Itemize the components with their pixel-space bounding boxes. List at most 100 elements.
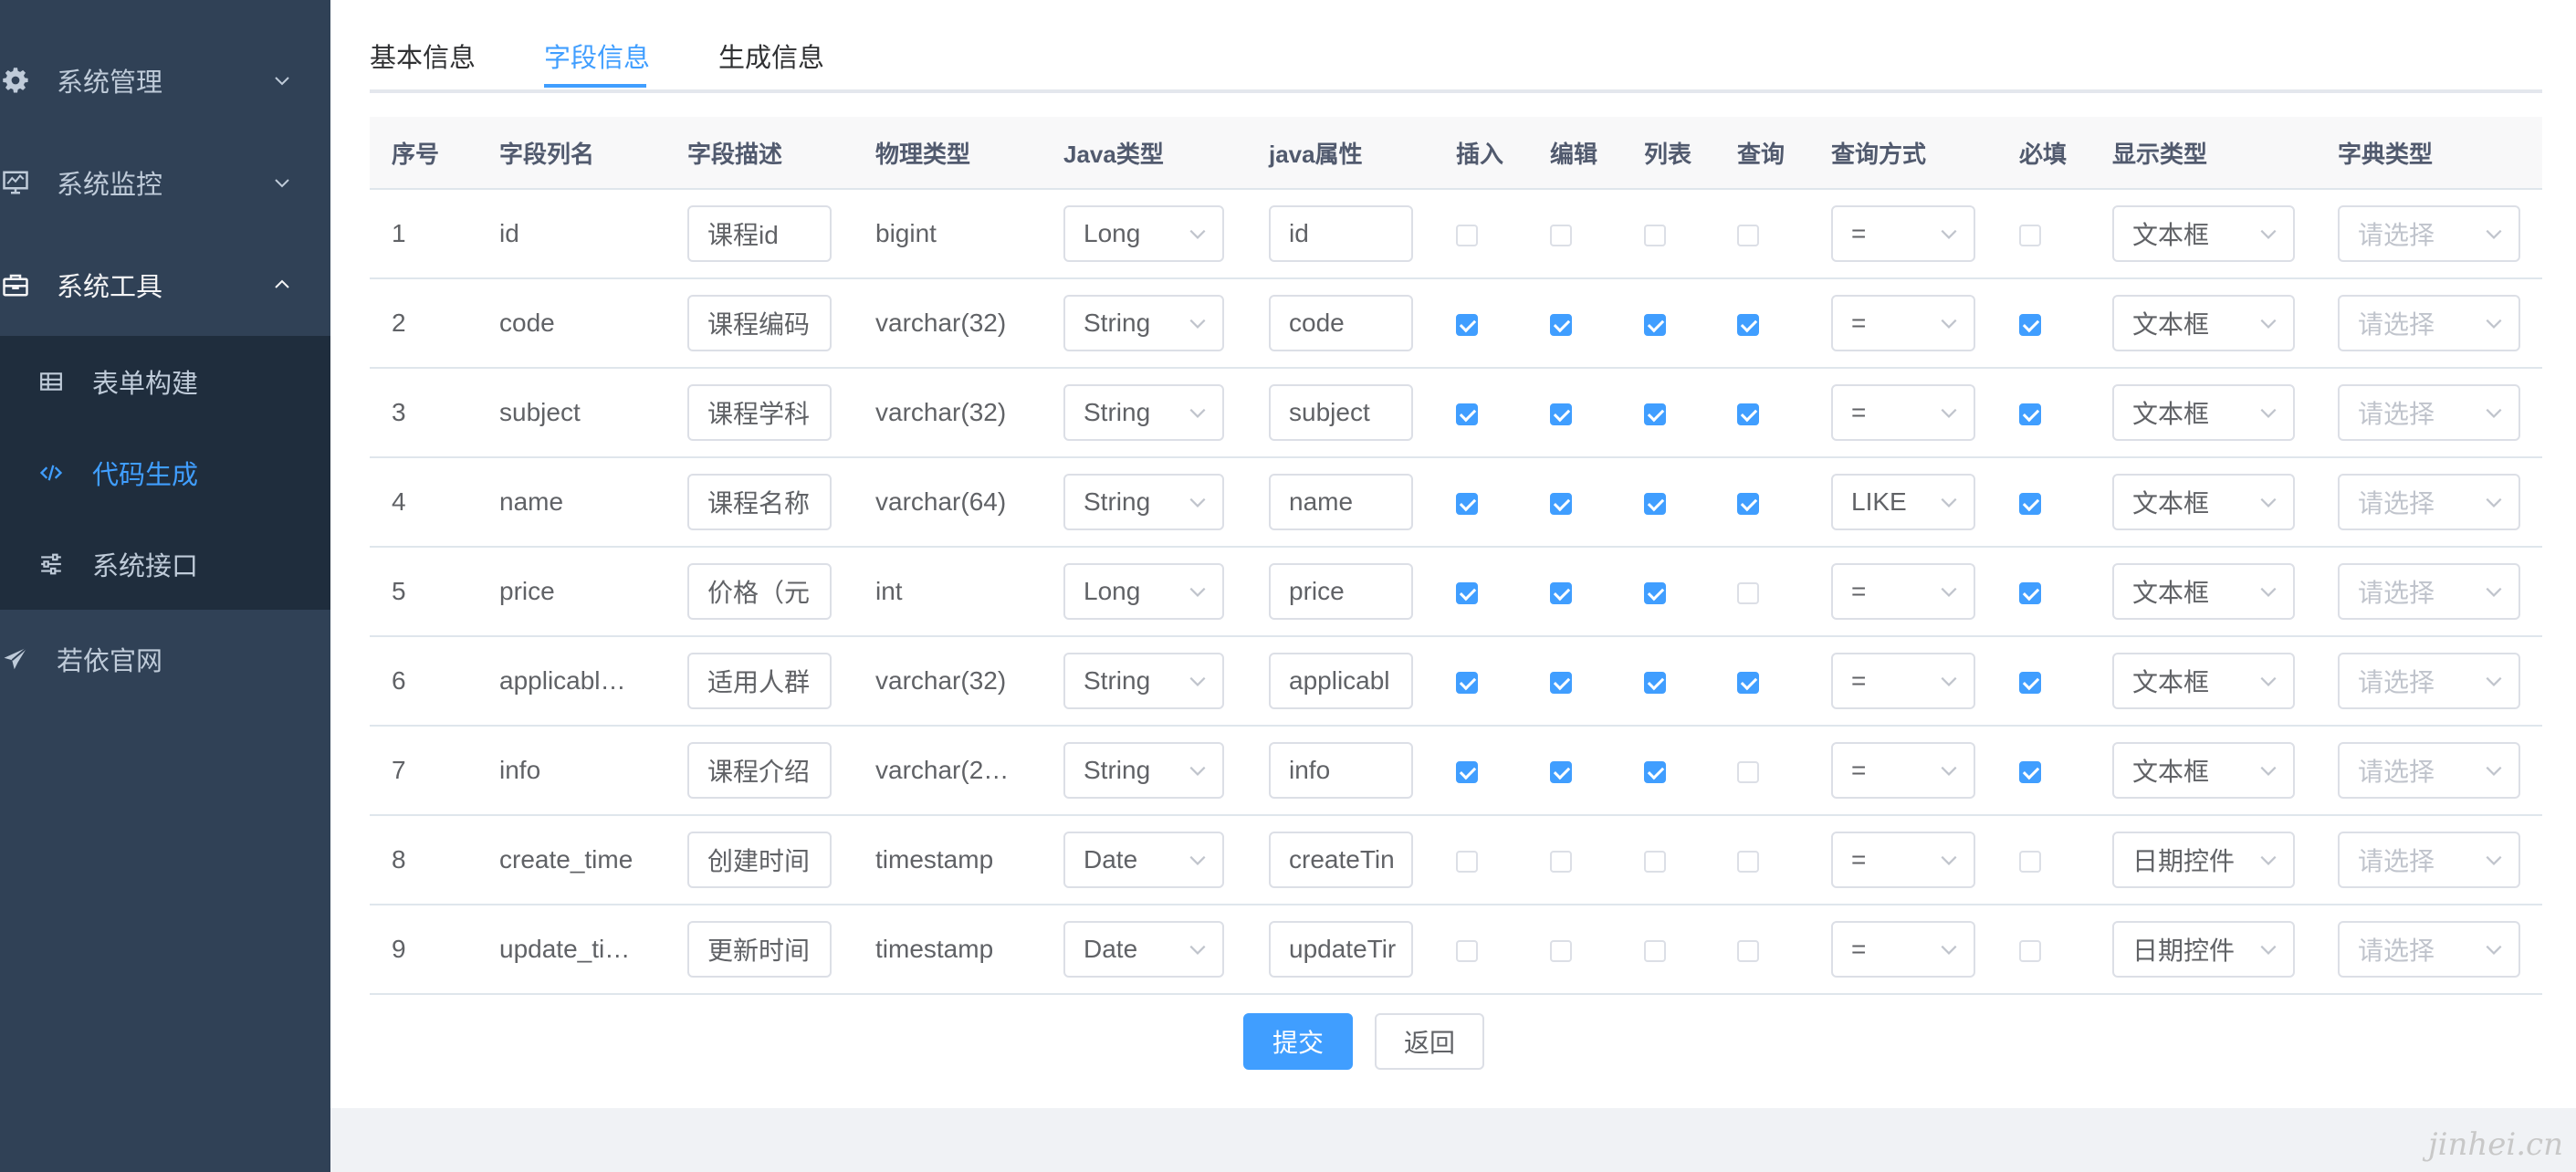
menu-item-system-management[interactable]: 系统管理 [0, 29, 330, 131]
java-property-input[interactable]: subject [1269, 384, 1413, 441]
edit-checkbox[interactable] [1550, 939, 1572, 962]
java-type-select[interactable]: String [1063, 742, 1224, 799]
insert-checkbox[interactable] [1456, 581, 1478, 604]
query-type-select[interactable]: = [1831, 742, 1975, 799]
insert-checkbox[interactable] [1456, 671, 1478, 694]
field-description-input[interactable]: 课程介绍 [687, 742, 832, 799]
java-type-select[interactable]: String [1063, 384, 1224, 441]
dict-type-select[interactable]: 请选择 [2338, 205, 2520, 262]
java-property-input[interactable]: createTin [1269, 832, 1413, 888]
required-checkbox[interactable] [2019, 850, 2041, 873]
display-type-select[interactable]: 文本框 [2112, 742, 2295, 799]
list-checkbox[interactable] [1644, 492, 1666, 515]
required-checkbox[interactable] [2019, 939, 2041, 962]
list-checkbox[interactable] [1644, 224, 1666, 246]
sidebar-item-form-builder[interactable]: 表单构建 [0, 336, 330, 427]
required-checkbox[interactable] [2019, 403, 2041, 425]
java-type-select[interactable]: Long [1063, 205, 1224, 262]
query-checkbox[interactable] [1737, 850, 1759, 873]
required-checkbox[interactable] [2019, 313, 2041, 336]
required-checkbox[interactable] [2019, 760, 2041, 783]
display-type-select[interactable]: 日期控件 [2112, 921, 2295, 978]
display-type-select[interactable]: 文本框 [2112, 653, 2295, 709]
field-description-input[interactable]: 课程学科 [687, 384, 832, 441]
insert-checkbox[interactable] [1456, 492, 1478, 515]
dict-type-select[interactable]: 请选择 [2338, 832, 2520, 888]
dict-type-select[interactable]: 请选择 [2338, 384, 2520, 441]
tab-generate-info[interactable]: 生成信息 [718, 37, 824, 75]
edit-checkbox[interactable] [1550, 671, 1572, 694]
java-type-select[interactable]: Date [1063, 921, 1224, 978]
tab-basic-info[interactable]: 基本信息 [370, 37, 476, 75]
dict-type-select[interactable]: 请选择 [2338, 295, 2520, 351]
required-checkbox[interactable] [2019, 581, 2041, 604]
edit-checkbox[interactable] [1550, 403, 1572, 425]
query-checkbox[interactable] [1737, 760, 1759, 783]
required-checkbox[interactable] [2019, 492, 2041, 515]
query-checkbox[interactable] [1737, 671, 1759, 694]
field-description-input[interactable]: 课程名称 [687, 474, 832, 530]
display-type-select[interactable]: 日期控件 [2112, 832, 2295, 888]
display-type-select[interactable]: 文本框 [2112, 295, 2295, 351]
list-checkbox[interactable] [1644, 581, 1666, 604]
java-property-input[interactable]: code [1269, 295, 1413, 351]
list-checkbox[interactable] [1644, 313, 1666, 336]
query-type-select[interactable]: = [1831, 653, 1975, 709]
dict-type-select[interactable]: 请选择 [2338, 474, 2520, 530]
java-property-input[interactable]: name [1269, 474, 1413, 530]
insert-checkbox[interactable] [1456, 224, 1478, 246]
java-property-input[interactable]: id [1269, 205, 1413, 262]
query-checkbox[interactable] [1737, 492, 1759, 515]
list-checkbox[interactable] [1644, 760, 1666, 783]
menu-item-system-monitor[interactable]: 系统监控 [0, 131, 330, 234]
required-checkbox[interactable] [2019, 224, 2041, 246]
edit-checkbox[interactable] [1550, 760, 1572, 783]
dict-type-select[interactable]: 请选择 [2338, 653, 2520, 709]
edit-checkbox[interactable] [1550, 313, 1572, 336]
query-type-select[interactable]: LIKE [1831, 474, 1975, 530]
query-checkbox[interactable] [1737, 939, 1759, 962]
java-property-input[interactable]: price [1269, 563, 1413, 620]
insert-checkbox[interactable] [1456, 313, 1478, 336]
edit-checkbox[interactable] [1550, 850, 1572, 873]
edit-checkbox[interactable] [1550, 581, 1572, 604]
java-property-input[interactable]: applicabl [1269, 653, 1413, 709]
query-type-select[interactable]: = [1831, 921, 1975, 978]
back-button[interactable]: 返回 [1375, 1013, 1484, 1070]
insert-checkbox[interactable] [1456, 850, 1478, 873]
insert-checkbox[interactable] [1456, 939, 1478, 962]
tab-field-info[interactable]: 字段信息 [544, 37, 650, 75]
java-type-select[interactable]: String [1063, 653, 1224, 709]
list-checkbox[interactable] [1644, 671, 1666, 694]
display-type-select[interactable]: 文本框 [2112, 563, 2295, 620]
query-type-select[interactable]: = [1831, 832, 1975, 888]
required-checkbox[interactable] [2019, 671, 2041, 694]
field-description-input[interactable]: 创建时间 [687, 832, 832, 888]
java-property-input[interactable]: updateTir [1269, 921, 1413, 978]
java-type-select[interactable]: Long [1063, 563, 1224, 620]
sidebar-item-code-generation[interactable]: 代码生成 [0, 427, 330, 518]
query-checkbox[interactable] [1737, 403, 1759, 425]
field-description-input[interactable]: 适用人群 [687, 653, 832, 709]
java-type-select[interactable]: Date [1063, 832, 1224, 888]
field-description-input[interactable]: 价格（元 [687, 563, 832, 620]
query-type-select[interactable]: = [1831, 563, 1975, 620]
insert-checkbox[interactable] [1456, 760, 1478, 783]
dict-type-select[interactable]: 请选择 [2338, 921, 2520, 978]
dict-type-select[interactable]: 请选择 [2338, 742, 2520, 799]
field-description-input[interactable]: 课程编码 [687, 295, 832, 351]
java-type-select[interactable]: String [1063, 295, 1224, 351]
query-checkbox[interactable] [1737, 581, 1759, 604]
query-type-select[interactable]: = [1831, 295, 1975, 351]
field-description-input[interactable]: 更新时间 [687, 921, 832, 978]
display-type-select[interactable]: 文本框 [2112, 474, 2295, 530]
dict-type-select[interactable]: 请选择 [2338, 563, 2520, 620]
submit-button[interactable]: 提交 [1243, 1013, 1353, 1070]
query-type-select[interactable]: = [1831, 384, 1975, 441]
field-description-input[interactable]: 课程id [687, 205, 832, 262]
display-type-select[interactable]: 文本框 [2112, 205, 2295, 262]
list-checkbox[interactable] [1644, 850, 1666, 873]
query-type-select[interactable]: = [1831, 205, 1975, 262]
java-property-input[interactable]: info [1269, 742, 1413, 799]
display-type-select[interactable]: 文本框 [2112, 384, 2295, 441]
